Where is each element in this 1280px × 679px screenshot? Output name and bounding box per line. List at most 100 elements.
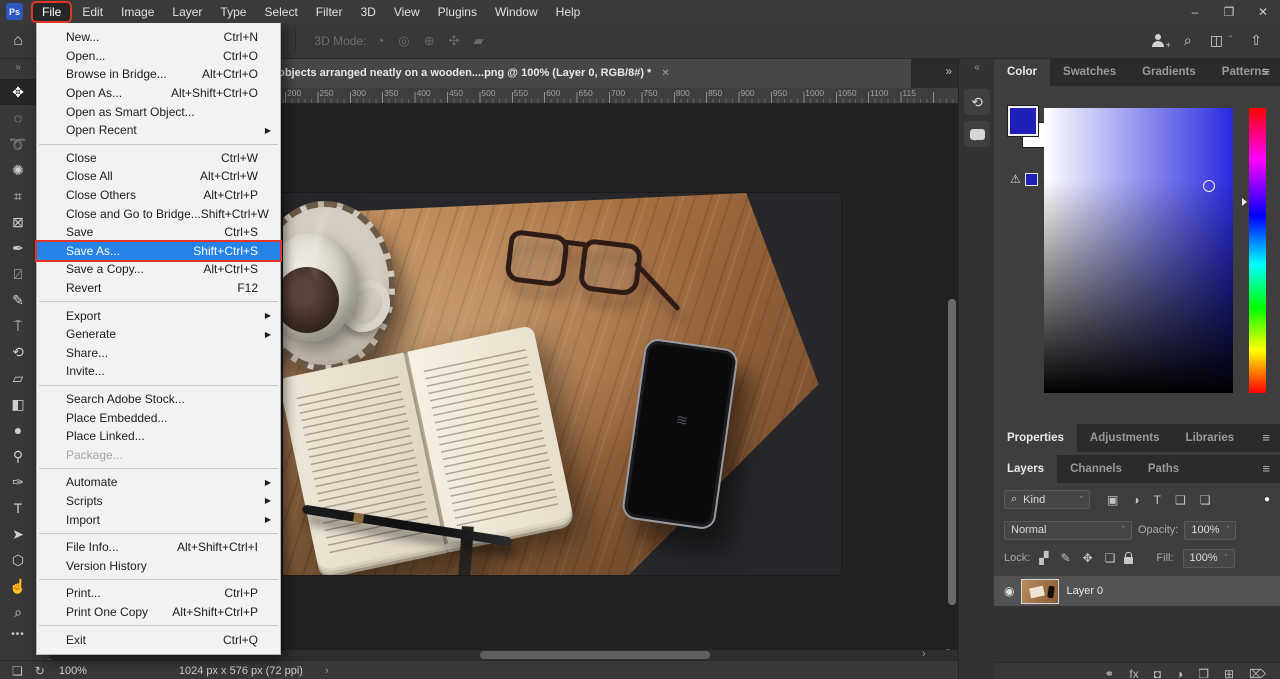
menubar-item[interactable]: Help xyxy=(547,3,590,21)
delete-layer-icon[interactable]: ⌦ xyxy=(1249,667,1266,679)
filter-adjustment-layers-icon[interactable]: ◑ xyxy=(1132,493,1139,507)
menu-item[interactable]: Place Embedded... ▶ xyxy=(37,408,280,427)
menubar-item[interactable]: View xyxy=(385,3,429,21)
link-layers-icon[interactable]: ⚭ xyxy=(1104,667,1114,679)
close-icon[interactable]: ✕ xyxy=(1246,0,1280,23)
menu-item[interactable]: Scripts ▶ xyxy=(37,492,280,511)
adjustment-layer-icon[interactable]: ◑ xyxy=(1176,667,1183,679)
filter-type-layers-icon[interactable]: T xyxy=(1154,493,1161,507)
quick-selection-tool[interactable]: ✺ xyxy=(0,157,36,183)
menu-item[interactable]: Automate ▶ xyxy=(37,473,280,492)
menubar-item[interactable]: Filter xyxy=(307,3,352,21)
menu-item[interactable]: Package... ▶ xyxy=(37,445,280,464)
menu-item[interactable]: Save a Copy... Alt+Ctrl+S ▶ xyxy=(37,260,280,279)
hue-slider[interactable] xyxy=(1249,108,1266,393)
hand-tool[interactable]: ☝ xyxy=(0,573,36,599)
canvas-document[interactable]: ≋ xyxy=(283,193,841,575)
dodge-tool[interactable]: ⚲ xyxy=(0,443,36,469)
menu-item[interactable]: Place Linked... ▶ xyxy=(37,427,280,446)
scroll-right-icon[interactable]: › xyxy=(922,648,926,660)
tab-libraries[interactable]: Libraries xyxy=(1173,424,1248,452)
menu-item[interactable]: Import ▶ xyxy=(37,510,280,529)
layer-thumbnail[interactable] xyxy=(1022,580,1058,603)
menu-item[interactable]: Share... ▶ xyxy=(37,344,280,363)
history-brush-tool[interactable]: ⟲ xyxy=(0,339,36,365)
menu-item[interactable]: Save As... Shift+Ctrl+S ▶ xyxy=(37,242,280,261)
healing-brush-tool[interactable]: ⍁ xyxy=(0,261,36,287)
home-icon[interactable]: ⌂ xyxy=(0,23,37,58)
minimize-icon[interactable]: – xyxy=(1178,0,1212,23)
tab-overflow-icon[interactable]: » xyxy=(945,64,952,78)
menu-item[interactable]: Close Others Alt+Ctrl+P ▶ xyxy=(37,186,280,205)
lock-all-icon[interactable] xyxy=(1124,557,1133,564)
menubar-item[interactable]: Type xyxy=(211,3,255,21)
gamut-warning[interactable]: ⚠ xyxy=(1010,172,1038,186)
gradient-tool[interactable]: ◧ xyxy=(0,391,36,417)
menu-item[interactable]: New... Ctrl+N ▶ xyxy=(37,28,280,47)
menu-item[interactable]: Print... Ctrl+P ▶ xyxy=(37,584,280,603)
pen-tool[interactable]: ✑ xyxy=(0,469,36,495)
vertical-scrollbar[interactable] xyxy=(948,299,956,605)
move-tool[interactable]: ✥ xyxy=(0,79,36,105)
clone-stamp-tool[interactable]: ⍑ xyxy=(0,313,36,339)
blend-mode-select[interactable]: Normal ˇ xyxy=(1004,521,1132,540)
eyedropper-tool[interactable]: ✒ xyxy=(0,235,36,261)
menubar-item[interactable]: Image xyxy=(112,3,163,21)
fill-input[interactable]: 100% ˇ xyxy=(1183,549,1235,568)
crop-tool[interactable]: ⌗ xyxy=(0,183,36,209)
filter-toggle-icon[interactable]: ● xyxy=(1264,494,1270,505)
menu-item[interactable]: Export ▶ xyxy=(37,306,280,325)
menu-item[interactable]: Close and Go to Bridge... Shift+Ctrl+W ▶ xyxy=(37,204,280,223)
lasso-tool[interactable]: ➰ xyxy=(0,131,36,157)
filter-pixel-layers-icon[interactable]: ▣ xyxy=(1107,493,1118,507)
eraser-tool[interactable]: ▱ xyxy=(0,365,36,391)
menu-item[interactable]: Exit Ctrl+Q ▶ xyxy=(37,630,280,649)
history-panel-icon[interactable]: ⟲ xyxy=(964,89,990,115)
close-tab-icon[interactable]: ✕ xyxy=(661,68,669,79)
path-selection-tool[interactable]: ➤ xyxy=(0,521,36,547)
opacity-input[interactable]: 100% ˇ xyxy=(1184,521,1236,540)
lock-artboard-icon[interactable]: ❑ xyxy=(1105,551,1116,565)
tab-swatches[interactable]: Swatches xyxy=(1050,58,1129,86)
filter-shape-layers-icon[interactable]: ❑ xyxy=(1175,493,1186,507)
menu-item[interactable]: Save Ctrl+S ▶ xyxy=(37,223,280,242)
tab-channels[interactable]: Channels xyxy=(1057,455,1135,483)
toolbar-collapse-icon[interactable]: » xyxy=(0,58,36,79)
restore-icon[interactable]: ❐ xyxy=(1212,0,1246,23)
hue-slider-marker[interactable] xyxy=(1242,198,1247,206)
menu-item[interactable]: Open... Ctrl+O ▶ xyxy=(37,47,280,66)
zoom-tool[interactable]: ⌕ xyxy=(0,599,36,625)
layer-row[interactable]: ◉ Layer 0 xyxy=(994,576,1280,606)
layer-effects-icon[interactable]: fx xyxy=(1129,667,1138,679)
new-layer-icon[interactable]: ⊞ xyxy=(1224,667,1234,679)
menu-item[interactable]: Open As... Alt+Shift+Ctrl+O ▶ xyxy=(37,84,280,103)
layer-filter-kind-select[interactable]: ⌕ Kind ˇ xyxy=(1004,490,1090,509)
share-icon[interactable]: ⇧ xyxy=(1250,32,1262,49)
menubar-item[interactable]: Plugins xyxy=(429,3,486,21)
brush-tool[interactable]: ✎ xyxy=(0,287,36,313)
expand-panels-icon[interactable]: « xyxy=(959,58,995,83)
menubar-item[interactable]: Select xyxy=(255,3,306,21)
panel-menu-icon[interactable]: ≡ xyxy=(1252,58,1280,86)
saturation-brightness-field[interactable] xyxy=(1044,108,1233,393)
type-tool[interactable]: T xyxy=(0,495,36,521)
menu-item[interactable]: Revert F12 ▶ xyxy=(37,279,280,298)
lock-position-icon[interactable]: ✥ xyxy=(1083,551,1093,565)
tab-gradients[interactable]: Gradients xyxy=(1129,58,1209,86)
blur-tool[interactable]: ● xyxy=(0,417,36,443)
tab-color[interactable]: Color xyxy=(994,58,1050,86)
menu-item[interactable]: Version History ▶ xyxy=(37,556,280,575)
workspace-switcher-icon[interactable]: ◫ xyxy=(1210,32,1223,49)
shape-tool[interactable]: ⬡ xyxy=(0,547,36,573)
comments-panel-icon[interactable] xyxy=(964,121,990,147)
add-user-icon[interactable]: + xyxy=(1151,34,1166,47)
mini-swatches-icon[interactable]: ❏ xyxy=(12,664,23,678)
menubar-item[interactable]: Edit xyxy=(73,3,112,21)
menu-item[interactable]: Print One Copy Alt+Shift+Ctrl+P ▶ xyxy=(37,603,280,622)
horizontal-scrollbar[interactable] xyxy=(480,651,710,659)
tab-adjustments[interactable]: Adjustments xyxy=(1077,424,1173,452)
menu-item[interactable]: Close Ctrl+W ▶ xyxy=(37,149,280,168)
zoom-level[interactable]: 100% xyxy=(59,665,119,677)
color-field-marker[interactable] xyxy=(1203,180,1215,192)
lock-image-pixels-icon[interactable]: ✎ xyxy=(1061,551,1071,565)
